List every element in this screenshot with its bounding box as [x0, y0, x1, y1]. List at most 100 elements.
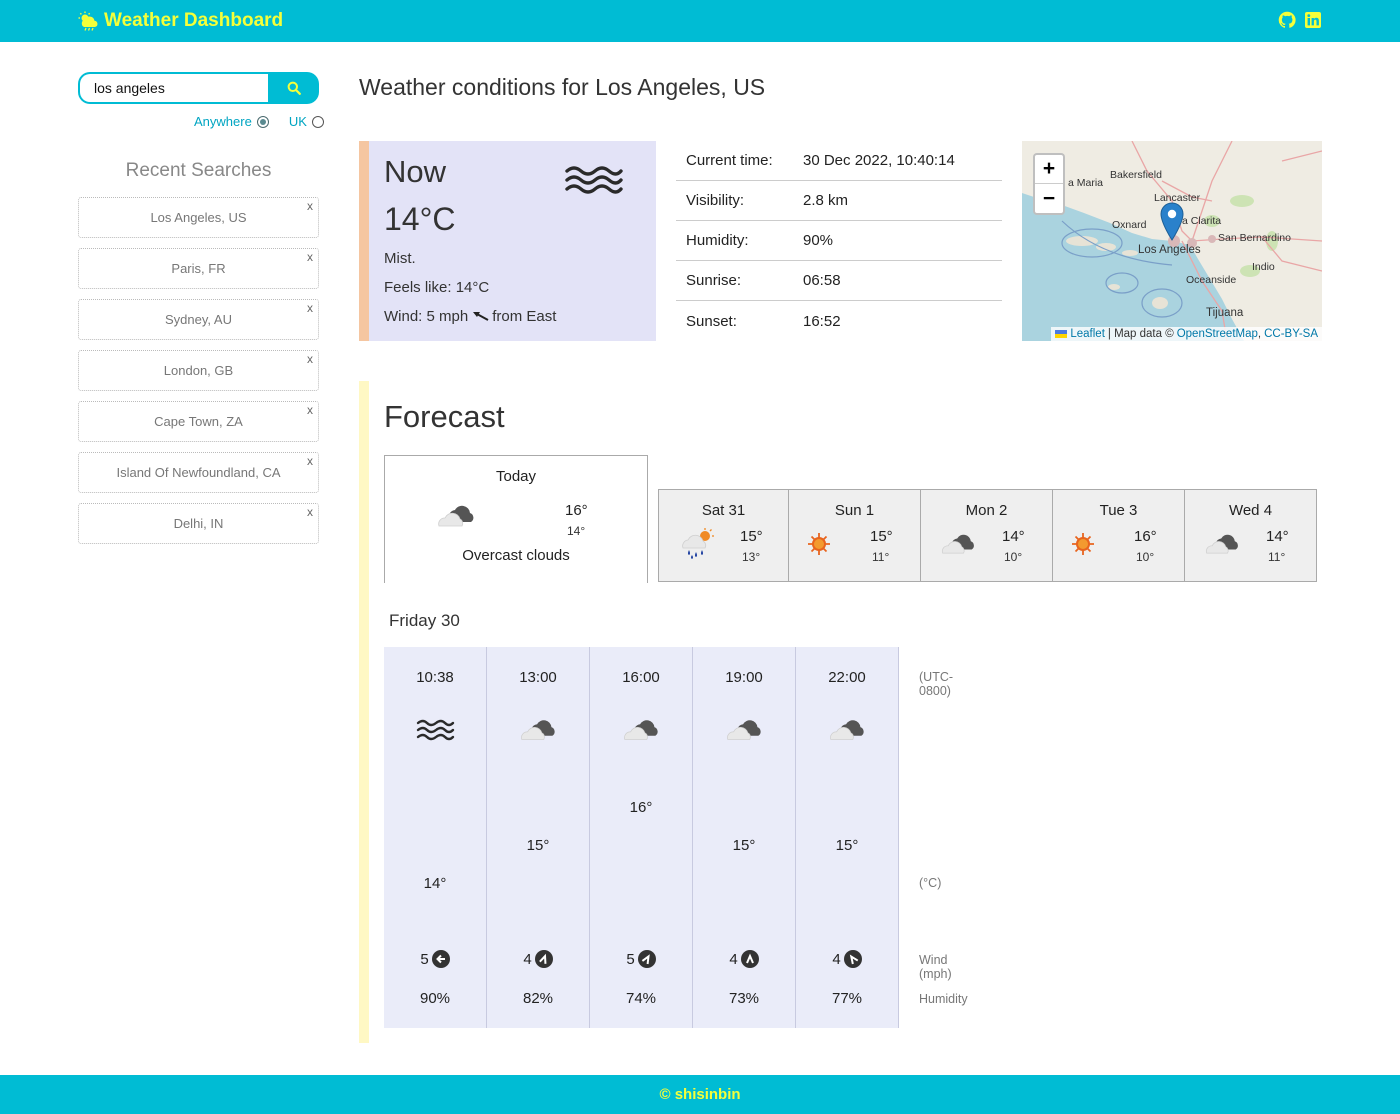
- detail-value: 90%: [803, 232, 834, 249]
- remove-button[interactable]: x: [307, 250, 313, 264]
- recent-item[interactable]: Los Angeles, US x: [78, 197, 319, 238]
- overcast-clouds-icon: [438, 505, 474, 527]
- attribution-text: | Map data ©: [1107, 328, 1174, 340]
- recent-item[interactable]: Cape Town, ZA x: [78, 401, 319, 442]
- radio-anywhere[interactable]: [256, 115, 269, 128]
- recent-item-label: Island Of Newfoundland, CA: [116, 465, 281, 480]
- search-scope: Anywhere UK: [194, 114, 324, 129]
- now-wind-speed: Wind: 5 mph: [384, 308, 469, 325]
- hour-wind: 4: [796, 950, 898, 968]
- remove-button[interactable]: x: [307, 301, 313, 315]
- page-title: Weather conditions for Los Angeles, US: [359, 74, 766, 100]
- hour-humidity: 77%: [831, 990, 863, 1007]
- tab-today[interactable]: Today 16° 14° Overcast clouds: [384, 455, 648, 583]
- search-icon: [287, 81, 301, 95]
- forecast-section: Forecast Today 16° 14° Overcast clouds S…: [359, 381, 1319, 1043]
- hour-wind-speed: 5: [626, 950, 635, 968]
- location-map[interactable]: Bakersfield a Maria Lancaster a Clarita …: [1022, 141, 1322, 341]
- wind-label: Wind (mph): [919, 953, 952, 981]
- recent-item[interactable]: London, GB x: [78, 350, 319, 391]
- hour-column: 22:00 15° 4 77%: [796, 647, 899, 1028]
- detail-value: 30 Dec 2022, 10:40:14: [803, 152, 955, 169]
- osm-link[interactable]: OpenStreetMap: [1177, 328, 1258, 340]
- brand[interactable]: Weather Dashboard: [78, 9, 283, 33]
- forecast-day-title: Friday 30: [389, 611, 460, 630]
- hour-wind: 5: [590, 950, 692, 968]
- search-button[interactable]: [268, 72, 319, 104]
- detail-key: Sunset:: [686, 312, 737, 330]
- tab-day-label: Tue 3: [1099, 502, 1138, 519]
- cloud-icon: [830, 720, 864, 740]
- tab-day-label: Mon 2: [965, 502, 1008, 519]
- wind-arrow-icon: [473, 311, 489, 321]
- recent-item[interactable]: Paris, FR x: [78, 248, 319, 289]
- remove-button[interactable]: x: [307, 505, 313, 519]
- recent-item[interactable]: Island Of Newfoundland, CA x: [78, 452, 319, 493]
- footer: © shisinbin: [0, 1075, 1400, 1114]
- detail-key: Humidity:: [686, 232, 749, 249]
- zoom-out-button[interactable]: −: [1035, 184, 1063, 213]
- tab-low: 13°: [742, 550, 761, 564]
- search-form: [78, 72, 319, 104]
- map-label: a Maria: [1068, 177, 1104, 189]
- map-label: Los Angeles: [1138, 244, 1201, 256]
- map-label: Indio: [1252, 261, 1275, 273]
- today-description: Overcast clouds: [462, 547, 570, 564]
- cloud-icon: [727, 720, 761, 740]
- linkedin-icon[interactable]: [1304, 11, 1322, 29]
- hour-time: 10:38: [416, 669, 454, 686]
- tab-high: 15°: [870, 528, 893, 545]
- hour-temp: 15°: [732, 837, 756, 854]
- current-weather-card: Now 14°C Mist. Feels like: 14°C Wind: 5 …: [359, 141, 656, 341]
- weather-logo-icon: [78, 11, 98, 31]
- arrow-up-right-icon: [534, 950, 553, 968]
- now-feels-like: Feels like: 14°C: [384, 279, 490, 296]
- hour-time: 13:00: [519, 669, 557, 686]
- arrow-up-right-icon: [637, 950, 656, 968]
- tab-low: 11°: [1268, 550, 1286, 564]
- forecast-day-tabs: Sat 31 15° 13° Sun 1 15° 11° Mon 2 14° 1…: [658, 489, 1317, 582]
- recent-item[interactable]: Delhi, IN x: [78, 503, 319, 544]
- radio-anywhere-label: Anywhere: [194, 114, 252, 129]
- remove-button[interactable]: x: [307, 403, 313, 417]
- recent-item-label: Paris, FR: [171, 261, 226, 276]
- now-description: Mist.: [384, 250, 416, 267]
- map-marker-icon[interactable]: [1159, 201, 1185, 241]
- tab-tue-3[interactable]: Tue 3 16° 10°: [1053, 489, 1185, 582]
- tab-sat-31[interactable]: Sat 31 15° 13°: [658, 489, 789, 582]
- sun-icon: [1072, 533, 1094, 555]
- recent-item-label: Delhi, IN: [173, 516, 224, 531]
- humidity-label: Humidity: [919, 992, 968, 1006]
- detail-row: Visibility: 2.8 km: [676, 181, 1002, 221]
- leaflet-link[interactable]: Leaflet: [1070, 328, 1105, 340]
- hour-time: 16:00: [622, 669, 660, 686]
- map-attribution: Leaflet | Map data © OpenStreetMap, CC-B…: [1051, 327, 1322, 341]
- footer-credit[interactable]: © shisinbin: [659, 1086, 740, 1103]
- search-input[interactable]: [78, 72, 268, 104]
- detail-value: 06:58: [803, 272, 841, 289]
- hour-column: 16:00 16° 5 74%: [590, 647, 693, 1028]
- remove-button[interactable]: x: [307, 199, 313, 213]
- map-label: Oceanside: [1186, 274, 1237, 286]
- tab-mon-2[interactable]: Mon 2 14° 10°: [921, 489, 1053, 582]
- tab-high: 14°: [1002, 528, 1025, 545]
- map-label: a Clarita: [1182, 215, 1222, 227]
- hour-wind-speed: 5: [420, 950, 429, 968]
- remove-button[interactable]: x: [307, 454, 313, 468]
- hour-temp: 15°: [835, 837, 859, 854]
- remove-button[interactable]: x: [307, 352, 313, 366]
- tab-sun-1[interactable]: Sun 1 15° 11°: [789, 489, 921, 582]
- github-icon[interactable]: [1278, 11, 1296, 29]
- tab-day-label: Sat 31: [701, 502, 746, 519]
- map-label: Tijuana: [1206, 307, 1244, 319]
- license-link[interactable]: CC-BY-SA: [1264, 328, 1318, 340]
- recent-item[interactable]: Sydney, AU x: [78, 299, 319, 340]
- radio-uk[interactable]: [311, 115, 324, 128]
- detail-key: Visibility:: [686, 192, 745, 209]
- today-high: 16°: [565, 502, 588, 519]
- zoom-in-button[interactable]: +: [1035, 155, 1063, 184]
- arrow-up-icon: [740, 950, 759, 968]
- timezone-label: (UTC-0800): [919, 670, 954, 698]
- tab-wed-4[interactable]: Wed 4 14° 11°: [1185, 489, 1317, 582]
- map-label: Bakersfield: [1110, 169, 1162, 181]
